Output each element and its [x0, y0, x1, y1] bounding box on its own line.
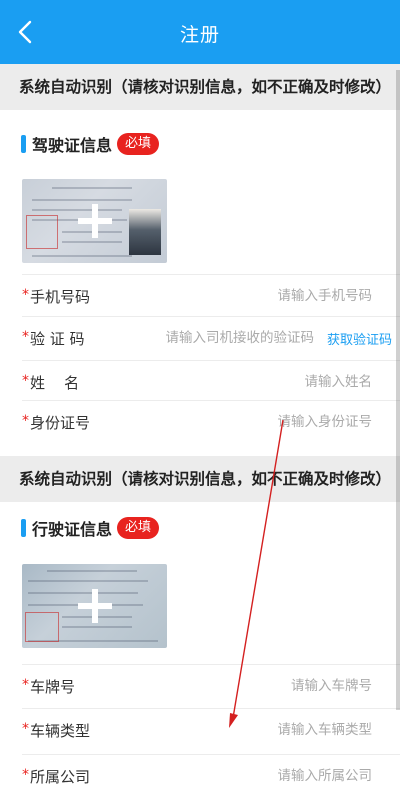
- driver-license-heading: 驾驶证信息 必填: [21, 130, 160, 158]
- vehicle-type-label: 车辆类型: [30, 722, 91, 740]
- phone-label: 手机号码: [30, 288, 91, 306]
- verify-code-field: * 验 证 码 获取验证码: [22, 316, 400, 360]
- driver-license-upload[interactable]: [22, 179, 167, 263]
- auto-recognize-notice-2: 系统自动识别（请核对识别信息，如不正确及时修改）: [0, 456, 400, 502]
- required-badge: 必填: [117, 517, 160, 539]
- vehicle-license-title: 行驶证信息: [32, 520, 113, 539]
- company-input[interactable]: [172, 763, 372, 789]
- plus-icon: [77, 204, 112, 238]
- section-marker: [21, 519, 26, 537]
- vehicle-type-field: * 车辆类型: [22, 708, 400, 754]
- plate-label: 车牌号: [30, 678, 76, 696]
- section-marker: [21, 135, 26, 153]
- name-input[interactable]: [172, 369, 372, 395]
- phone-input[interactable]: [172, 283, 372, 309]
- verify-code-label: 验 证 码: [30, 330, 85, 348]
- app-header: 注册: [0, 0, 400, 64]
- name-label: 姓 名: [30, 374, 80, 392]
- vehicle-license-heading: 行驶证信息 必填: [21, 514, 160, 542]
- auto-recognize-notice: 系统自动识别（请核对识别信息，如不正确及时修改）: [0, 64, 400, 110]
- plate-input[interactable]: [172, 673, 372, 699]
- required-star: *: [22, 413, 29, 429]
- required-star: *: [22, 721, 29, 737]
- required-star: *: [22, 373, 29, 389]
- company-label: 所属公司: [30, 768, 91, 786]
- plus-icon: [77, 589, 112, 623]
- driver-license-title: 驾驶证信息: [32, 136, 113, 155]
- required-star: *: [22, 767, 29, 783]
- get-code-button[interactable]: 获取验证码: [327, 329, 392, 348]
- phone-field: * 手机号码: [22, 274, 400, 316]
- vehicle-type-input[interactable]: [172, 717, 372, 743]
- verify-code-input[interactable]: [114, 325, 314, 351]
- id-number-field: * 身份证号: [22, 400, 400, 442]
- id-photo: [129, 209, 161, 255]
- required-star: *: [22, 287, 29, 303]
- page-title: 注册: [179, 24, 220, 46]
- id-number-label: 身份证号: [30, 414, 91, 432]
- name-field: * 姓 名: [22, 360, 400, 402]
- scrollbar[interactable]: [396, 70, 400, 710]
- required-badge: 必填: [117, 133, 160, 155]
- required-star: *: [22, 677, 29, 693]
- company-field: * 所属公司: [22, 754, 400, 802]
- id-number-input[interactable]: [172, 409, 372, 435]
- plate-field: * 车牌号: [22, 664, 400, 708]
- vehicle-license-upload[interactable]: [22, 564, 167, 648]
- required-star: *: [22, 329, 29, 345]
